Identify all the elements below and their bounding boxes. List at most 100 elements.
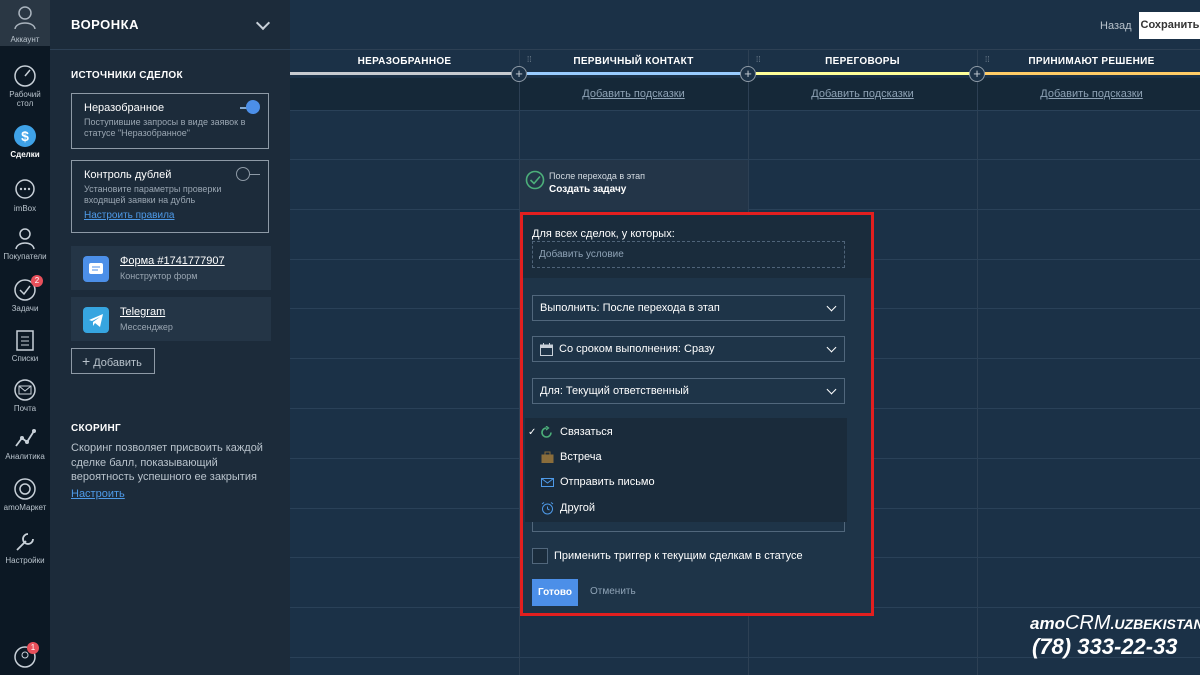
- source-name[interactable]: Форма #1741777907: [120, 255, 225, 267]
- main-nav: Аккаунт Рабочий стол $ Сделки imBox Поку…: [0, 0, 50, 675]
- add-source-button[interactable]: + Добавить: [71, 348, 155, 374]
- trigger-action: Создать задачу: [549, 184, 627, 195]
- nav-label: Почта: [13, 404, 37, 413]
- nav-label: Задачи: [11, 304, 39, 313]
- column-title-first-contact[interactable]: ПЕРВИЧНЫЙ КОНТАКТ: [519, 56, 748, 67]
- dupes-title: Контроль дублей: [84, 169, 172, 181]
- customer-icon: [15, 228, 35, 250]
- configure-rules-link[interactable]: Настроить правила: [84, 210, 256, 221]
- unsorted-toggle[interactable]: [240, 100, 260, 114]
- trigger-card[interactable]: После перехода в этап Создать задачу: [520, 160, 748, 210]
- top-bar: Назад Сохранить: [290, 0, 1200, 50]
- due-select[interactable]: Со сроком выполнения: Сразу: [532, 336, 845, 362]
- add-stage-button[interactable]: +: [740, 66, 756, 82]
- source-name[interactable]: Telegram: [120, 306, 165, 318]
- responsible-select[interactable]: Для: Текущий ответственный: [532, 378, 845, 404]
- add-label: Добавить: [93, 357, 142, 369]
- scoring-configure-link[interactable]: Настроить: [71, 488, 125, 500]
- nav-lists[interactable]: Списки: [0, 328, 50, 363]
- unsorted-card: Неразобранное Поступившие запросы в виде…: [71, 93, 269, 149]
- task-type-option[interactable]: ✓ Связаться: [525, 420, 847, 445]
- dupes-toggle[interactable]: [236, 167, 260, 181]
- apply-existing-label[interactable]: Применить триггер к текущим сделкам в ст…: [554, 550, 803, 562]
- source-telegram[interactable]: Telegram Мессенджер: [71, 297, 271, 341]
- drag-handle-icon[interactable]: ⁞⁞: [985, 56, 991, 68]
- task-type-label: Другой: [560, 502, 595, 514]
- alarm-clock-icon: [541, 502, 554, 515]
- nav-settings[interactable]: Настройки: [0, 530, 50, 565]
- unsorted-title: Неразобранное: [84, 102, 165, 114]
- chevron-down-icon: [826, 384, 837, 395]
- form-icon: [83, 256, 109, 282]
- nav-label: Списки: [11, 354, 39, 363]
- task-type-option[interactable]: Другой: [525, 496, 847, 521]
- add-stage-button[interactable]: +: [511, 66, 527, 82]
- trigger-when: После перехода в этап: [549, 171, 645, 181]
- svg-text:$: $: [21, 128, 29, 144]
- nav-mail[interactable]: Почта: [0, 378, 50, 413]
- pipeline-settings-panel: ВОРОНКА ИСТОЧНИКИ СДЕЛОК Неразобранное П…: [50, 0, 290, 675]
- calendar-icon: [540, 343, 553, 356]
- scoring-title: СКОРИНГ: [71, 423, 121, 434]
- pipeline-title: ВОРОНКА: [71, 17, 139, 32]
- column-color-bar: [290, 72, 512, 75]
- pipeline-header[interactable]: ВОРОНКА: [50, 0, 290, 50]
- task-type-dropdown: ✓ Связаться Встреча Отправить письмо Дру…: [525, 418, 847, 522]
- nav-support[interactable]: 1: [0, 642, 50, 671]
- telegram-icon: [83, 307, 109, 333]
- task-type-label: Отправить письмо: [560, 476, 655, 488]
- drag-handle-icon[interactable]: ⁞⁞: [527, 56, 533, 68]
- done-button[interactable]: Готово: [532, 579, 578, 606]
- brand-part: amo: [1030, 614, 1065, 633]
- market-icon: [14, 478, 36, 500]
- apply-existing-checkbox[interactable]: [532, 548, 548, 564]
- scoring-text: Скоринг позволяет присвоить каждой сделк…: [71, 442, 263, 483]
- column-title-negotiation[interactable]: ПЕРЕГОВОРЫ: [748, 56, 977, 67]
- column-title-decision[interactable]: ПРИНИМАЮТ РЕШЕНИЕ: [977, 56, 1200, 67]
- column-color-bar: [985, 72, 1200, 75]
- add-condition-field[interactable]: Добавить условие: [532, 241, 845, 268]
- add-hints-link[interactable]: Добавить подсказки: [519, 88, 748, 100]
- nav-imbox[interactable]: imBox: [0, 178, 50, 213]
- task-type-label: Встреча: [560, 451, 602, 463]
- column-divider: [977, 50, 978, 675]
- back-button[interactable]: Назад: [1100, 20, 1132, 32]
- cancel-button[interactable]: Отменить: [590, 586, 636, 597]
- column-title-unsorted: НЕРАЗОБРАННОЕ: [357, 56, 452, 67]
- nav-deals[interactable]: $ Сделки: [0, 124, 50, 159]
- list-icon: [16, 330, 34, 351]
- task-type-label: Связаться: [560, 426, 613, 438]
- nav-customers[interactable]: Покупатели: [0, 226, 50, 261]
- trigger-settings-dialog: Для всех сделок, у которых: Добавить усл…: [520, 212, 874, 616]
- save-button[interactable]: Сохранить: [1139, 12, 1200, 39]
- account-button[interactable]: Аккаунт: [0, 0, 50, 46]
- brand-phone: (78) 333-22-33: [1032, 634, 1178, 659]
- add-stage-button[interactable]: +: [969, 66, 985, 82]
- checkmark-icon: ✓: [528, 427, 537, 438]
- source-form[interactable]: Форма #1741777907 Конструктор форм: [71, 246, 271, 290]
- sources-title: ИСТОЧНИКИ СДЕЛОК: [71, 70, 183, 81]
- nav-label: imBox: [13, 204, 37, 213]
- analytics-icon: [15, 429, 36, 447]
- drag-handle-icon[interactable]: ⁞⁞: [756, 56, 762, 68]
- briefcase-icon: [541, 451, 554, 463]
- brand-part: CRM: [1064, 612, 1111, 634]
- tasks-badge: 2: [31, 275, 43, 287]
- source-sub: Конструктор форм: [120, 271, 198, 281]
- nav-analytics[interactable]: Аналитика: [0, 426, 50, 461]
- chevron-down-icon: [826, 342, 837, 353]
- brand-part: .UZBEKISTAN: [1110, 616, 1200, 632]
- chevron-down-icon[interactable]: [255, 15, 271, 31]
- nav-label: Покупатели: [3, 252, 47, 261]
- nav-dashboard[interactable]: Рабочий стол: [0, 64, 50, 108]
- add-hints-link[interactable]: Добавить подсказки: [748, 88, 977, 100]
- task-type-option[interactable]: Встреча: [525, 445, 847, 470]
- nav-amomarket[interactable]: amoМаркет: [0, 477, 50, 512]
- task-type-option[interactable]: Отправить письмо: [525, 470, 847, 495]
- execute-value: Выполнить: После перехода в этап: [540, 302, 720, 314]
- nav-label: Сделки: [10, 150, 40, 159]
- conditions-section: Для всех сделок, у которых: Добавить усл…: [523, 215, 871, 278]
- execute-select[interactable]: Выполнить: После перехода в этап: [532, 295, 845, 321]
- add-hints-link[interactable]: Добавить подсказки: [977, 88, 1200, 100]
- nav-tasks[interactable]: Задачи 2: [0, 275, 50, 313]
